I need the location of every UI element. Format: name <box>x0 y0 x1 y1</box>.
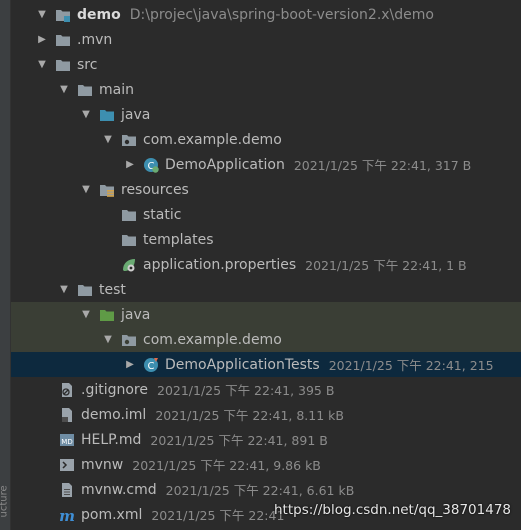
folder-name: java <box>121 306 151 323</box>
tree-row-demo-application[interactable]: ▶ C DemoApplication 2021/1/25 下午 22:41, … <box>11 152 521 177</box>
tree-row-demo-root[interactable]: ▼ demo D:\projec\java\spring-boot-versio… <box>11 2 521 27</box>
file-meta: 2021/1/25 下午 22:41, 8.11 kB <box>155 408 344 423</box>
expanded-arrow-icon[interactable]: ▼ <box>101 333 115 347</box>
expanded-arrow-icon[interactable]: ▼ <box>79 308 93 322</box>
file-name: mvnw <box>81 456 124 473</box>
folder-name: resources <box>121 181 189 198</box>
folder-icon <box>77 82 93 98</box>
tree-row-gitignore[interactable]: .gitignore 2021/1/25 下午 22:41, 395 B <box>11 377 521 402</box>
tree-row-demo-application-tests[interactable]: ▶ C DemoApplicationTests 2021/1/25 下午 22… <box>11 352 521 377</box>
project-tree[interactable]: ▼ demo D:\projec\java\spring-boot-versio… <box>11 0 521 530</box>
file-name: HELP.md <box>81 431 142 448</box>
file-meta: 2021/1/25 下午 22:41, 9.86 kB <box>132 458 321 473</box>
folder-icon <box>121 207 137 223</box>
structure-tool-strip[interactable]: ucture <box>0 0 11 530</box>
package-icon <box>121 332 137 348</box>
tree-row-main[interactable]: ▼ main <box>11 77 521 102</box>
file-meta: 2021/1/25 下午 22:41, 395 B <box>157 383 335 398</box>
expanded-arrow-icon[interactable]: ▼ <box>101 133 115 147</box>
tree-row-mvn[interactable]: ▶ .mvn <box>11 27 521 52</box>
tree-row-application-properties[interactable]: application.properties 2021/1/25 下午 22:4… <box>11 252 521 277</box>
markdown-file-icon: MD <box>59 432 75 448</box>
folder-icon <box>55 32 71 48</box>
svg-text:MD: MD <box>61 438 72 446</box>
file-name: .gitignore <box>81 381 148 398</box>
module-folder-icon <box>55 7 71 23</box>
tree-row-test-java[interactable]: ▼ java <box>11 302 521 327</box>
folder-icon <box>55 57 71 73</box>
expanded-arrow-icon[interactable]: ▼ <box>79 183 93 197</box>
tree-row-main-package[interactable]: ▼ com.example.demo <box>11 127 521 152</box>
tree-row-main-java[interactable]: ▼ java <box>11 102 521 127</box>
test-source-folder-icon <box>99 307 115 323</box>
folder-name: src <box>77 56 98 73</box>
tree-row-test[interactable]: ▼ test <box>11 277 521 302</box>
file-name: application.properties <box>143 256 297 273</box>
structure-tab-label[interactable]: ucture <box>0 482 10 517</box>
folder-name: java <box>121 106 151 123</box>
expanded-arrow-icon[interactable]: ▼ <box>79 108 93 122</box>
module-name: demo <box>77 6 121 23</box>
tree-row-static[interactable]: static <box>11 202 521 227</box>
class-name: DemoApplication <box>165 156 285 173</box>
svg-text:C: C <box>148 361 155 372</box>
file-meta: 2021/1/25 下午 22:41, 1 B <box>305 258 467 273</box>
expanded-arrow-icon[interactable]: ▼ <box>57 283 71 297</box>
file-meta: 2021/1/25 下午 22:41, 317 B <box>293 158 472 173</box>
package-name: com.example.demo <box>143 131 282 148</box>
package-icon <box>121 132 137 148</box>
tree-row-src[interactable]: ▼ src <box>11 52 521 77</box>
folder-icon <box>77 282 93 298</box>
tree-row-help-md[interactable]: MD HELP.md 2021/1/25 下午 22:41, 891 B <box>11 427 521 452</box>
collapsed-arrow-icon[interactable]: ▶ <box>123 158 137 172</box>
module-file-icon <box>59 407 75 423</box>
expanded-arrow-icon[interactable]: ▼ <box>57 83 71 97</box>
package-name: com.example.demo <box>143 331 282 348</box>
collapsed-arrow-icon[interactable]: ▶ <box>35 33 49 47</box>
collapsed-arrow-icon[interactable]: ▶ <box>123 358 137 372</box>
folder-name: test <box>99 281 126 298</box>
folder-icon <box>121 232 137 248</box>
folder-name: main <box>99 81 134 98</box>
ignore-file-icon <box>59 382 75 398</box>
spring-boot-class-icon: C <box>143 157 159 173</box>
class-name: DemoApplicationTests <box>165 356 320 373</box>
tree-row-mvnw-cmd[interactable]: mvnw.cmd 2021/1/25 下午 22:41, 6.61 kB <box>11 477 521 502</box>
watermark: https://blog.csdn.net/qq_38701478 <box>273 502 511 518</box>
text-file-icon <box>59 482 75 498</box>
test-class-icon: C <box>143 357 159 373</box>
expanded-arrow-icon[interactable]: ▼ <box>35 58 49 72</box>
resources-folder-icon <box>99 182 115 198</box>
tree-row-templates[interactable]: templates <box>11 227 521 252</box>
file-name: mvnw.cmd <box>81 481 157 498</box>
folder-name: static <box>143 206 182 223</box>
folder-name: .mvn <box>77 31 113 48</box>
shell-script-icon <box>59 457 75 473</box>
source-folder-icon <box>99 107 115 123</box>
module-path: D:\projec\java\spring-boot-version2.x\de… <box>129 6 434 23</box>
tree-row-test-package[interactable]: ▼ com.example.demo <box>11 327 521 352</box>
tree-row-demo-iml[interactable]: demo.iml 2021/1/25 下午 22:41, 8.11 kB <box>11 402 521 427</box>
file-meta: 2021/1/25 下午 22:41, 6.61 kB <box>165 483 355 498</box>
expanded-arrow-icon[interactable]: ▼ <box>35 8 49 22</box>
tree-row-mvnw[interactable]: mvnw 2021/1/25 下午 22:41, 9.86 kB <box>11 452 521 477</box>
svg-text:m: m <box>59 507 75 523</box>
folder-name: templates <box>143 231 214 248</box>
file-name: demo.iml <box>81 406 147 423</box>
spring-properties-icon <box>121 257 137 273</box>
maven-icon: m <box>59 507 75 523</box>
file-meta: 2021/1/25 下午 22:41 <box>151 508 285 523</box>
tree-row-resources[interactable]: ▼ resources <box>11 177 521 202</box>
file-name: pom.xml <box>81 506 143 523</box>
file-meta: 2021/1/25 下午 22:41, 891 B <box>150 433 328 448</box>
file-meta: 2021/1/25 下午 22:41, 215 <box>328 358 494 373</box>
